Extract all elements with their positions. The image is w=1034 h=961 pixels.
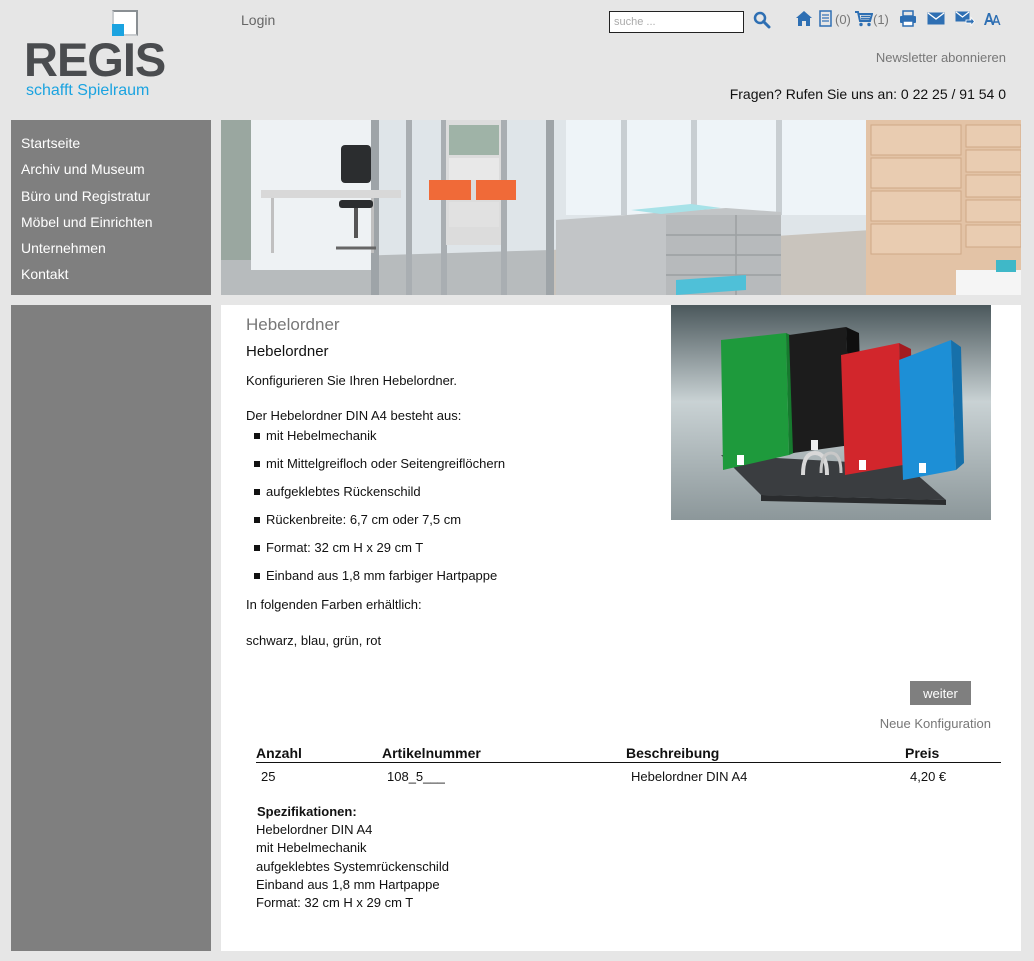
list-item: aufgeklebtes Rückenschild: [254, 484, 505, 512]
newsletter-link[interactable]: Newsletter abonnieren: [876, 50, 1006, 65]
main-content: Hebelordner Hebelordner Konfigurieren Si…: [221, 305, 1021, 951]
breadcrumb: Hebelordner: [246, 315, 340, 334]
spec-line: Format: 32 cm H x 29 cm T: [256, 895, 414, 911]
spec-line: Hebelordner DIN A4: [256, 822, 373, 838]
search-icon[interactable]: [753, 11, 771, 29]
product-image: [671, 305, 991, 520]
column-header-price: Preis: [905, 743, 1001, 763]
table-header-row: Anzahl Artikelnummer Beschreibung Preis: [256, 743, 1001, 763]
logo-tagline: schafft Spielraum: [26, 82, 150, 99]
colors-label: In folgenden Farben erhältlich:: [246, 597, 422, 612]
list-item: mit Mittelgreifloch oder Seitengreiflöch…: [254, 456, 505, 484]
site-header: REGIS schafft Spielraum Login (0) (1): [11, 0, 1021, 110]
notepad-icon[interactable]: [819, 10, 832, 27]
list-item: Einband aus 1,8 mm farbiger Hartpappe: [254, 568, 505, 596]
colors-text: schwarz, blau, grün, rot: [246, 633, 382, 648]
column-header-description: Beschreibung: [626, 743, 905, 763]
spec-line: mit Hebelmechanik: [256, 840, 367, 856]
forward-mail-icon[interactable]: [955, 10, 975, 26]
intro-text: Konfigurieren Sie Ihren Hebelordner.: [246, 373, 458, 388]
list-item: Rückenbreite: 6,7 cm oder 7,5 cm: [254, 512, 505, 540]
cart-icon[interactable]: [854, 11, 873, 27]
price-cell: 4,20 €: [910, 769, 947, 784]
search-input[interactable]: [609, 11, 744, 33]
sidebar-item-startseite[interactable]: Startseite: [11, 132, 211, 158]
cart-count: (1): [873, 12, 889, 27]
sidebar-panel: [11, 305, 211, 951]
sidebar-item-moebel-und-einrichten[interactable]: Möbel und Einrichten: [11, 211, 211, 237]
sidebar-item-archiv-und-museum[interactable]: Archiv und Museum: [11, 158, 211, 184]
main-navigation: Startseite Archiv und Museum Büro und Re…: [11, 120, 211, 295]
regis-logo[interactable]: REGIS schafft Spielraum: [24, 10, 166, 102]
sidebar-item-buero-und-registratur[interactable]: Büro und Registratur: [11, 185, 211, 211]
qty-cell: 25: [261, 769, 276, 784]
home-icon[interactable]: [795, 10, 813, 27]
consists-of-text: Der Hebelordner DIN A4 besteht aus:: [246, 408, 462, 423]
list-item: mit Hebelmechanik: [254, 428, 505, 456]
logo-word: REGIS: [24, 33, 166, 86]
page-title: Hebelordner: [246, 343, 329, 360]
mail-icon[interactable]: [927, 12, 945, 25]
new-configuration-link[interactable]: Neue Konfiguration: [880, 716, 991, 731]
phone-info: Fragen? Rufen Sie uns an: 0 22 25 / 91 5…: [729, 86, 1006, 102]
spec-line: aufgeklebtes Systemrückenschild: [256, 858, 449, 874]
font-size-icon[interactable]: [983, 10, 1001, 26]
column-header-qty: Anzahl: [256, 743, 382, 763]
office-banner-image: [221, 120, 1021, 295]
specifications-heading: Spezifikationen:: [257, 804, 357, 819]
order-table: Anzahl Artikelnummer Beschreibung Preis …: [256, 743, 1001, 784]
login-link[interactable]: Login: [241, 12, 275, 28]
spec-line: Einband aus 1,8 mm Hartpappe: [256, 876, 440, 892]
feature-list: mit Hebelmechanik mit Mittelgreifloch od…: [254, 428, 505, 597]
sidebar-item-unternehmen[interactable]: Unternehmen: [11, 237, 211, 263]
table-row: 25 108_5___ Hebelordner DIN A4 4,20 €: [256, 763, 1001, 784]
sidebar-item-kontakt[interactable]: Kontakt: [11, 263, 211, 289]
specifications: Spezifikationen: Hebelordner DIN A4 mit …: [256, 803, 449, 912]
description-cell: Hebelordner DIN A4: [631, 769, 748, 784]
notes-count: (0): [835, 12, 851, 27]
list-item: Format: 32 cm H x 29 cm T: [254, 540, 505, 568]
article-cell: 108_5___: [387, 769, 445, 784]
column-header-article: Artikelnummer: [382, 743, 626, 763]
print-icon[interactable]: [899, 10, 917, 27]
weiter-button[interactable]: weiter: [910, 681, 971, 705]
